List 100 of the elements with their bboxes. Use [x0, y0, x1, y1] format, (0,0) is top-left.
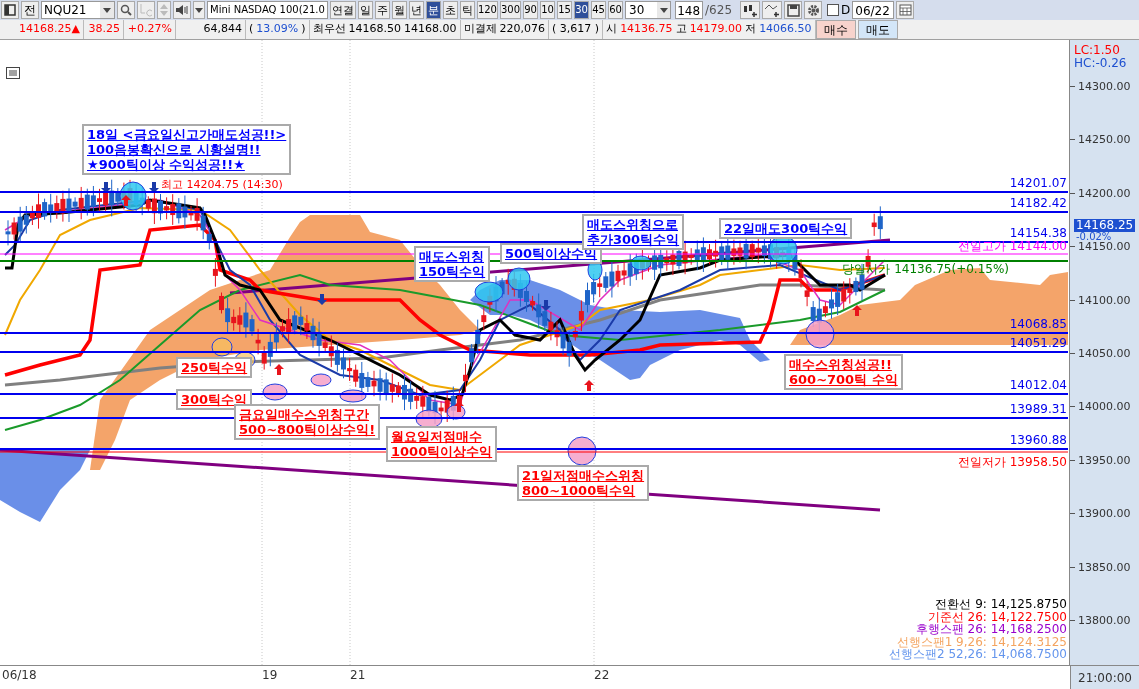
calendar-icon[interactable] — [896, 1, 915, 19]
axis-label: 14250.00 — [1078, 134, 1131, 147]
callout-text: 500틱이상수익 — [505, 246, 598, 261]
add-candle-icon[interactable] — [740, 1, 760, 19]
callout-text: 월요일저점매수 — [391, 429, 483, 444]
date-label: 06/18 — [2, 669, 37, 682]
up-arrow-icon — [121, 195, 131, 206]
level-value: 14068.85 — [1009, 318, 1067, 331]
caret-icon — [657, 2, 671, 18]
interval-tab[interactable]: 120 — [476, 1, 498, 19]
last-price: 14168.25▲ — [19, 21, 80, 38]
period-tab[interactable]: 연결 — [329, 1, 356, 19]
callout-text: 800~1000틱수익 — [522, 483, 637, 498]
axis-label: 14200.00 — [1078, 187, 1131, 200]
count-field[interactable]: 148 — [675, 1, 704, 19]
interval-tab[interactable]: 300 — [499, 1, 522, 19]
symbol-dropdown[interactable]: NQU21 — [41, 1, 115, 19]
low-label: 저 — [745, 21, 757, 38]
highlight-ellipse — [630, 255, 652, 271]
axis-label: 14150.00 — [1078, 241, 1131, 254]
chart-menu-icon[interactable] — [6, 67, 20, 79]
up-arrow-icon — [852, 305, 862, 316]
callout-text: ★900틱이상 수익성공!!★ — [87, 157, 246, 172]
period-tab[interactable]: 년 — [408, 1, 424, 19]
total-count: /625 — [705, 2, 733, 19]
caret-icon[interactable] — [193, 1, 205, 19]
highlight-ellipse — [474, 281, 504, 303]
level-value: 13960.88 — [1009, 434, 1067, 447]
callout-text: 22일매도300틱수익 — [724, 221, 848, 236]
down-arrow-icon — [317, 294, 327, 305]
callout-text: 21일저점매수스위칭 — [522, 468, 645, 483]
up-arrow-icon — [584, 380, 594, 391]
open-interest-change: ( 3,617 ) — [552, 21, 600, 38]
highlight-ellipse — [310, 373, 332, 387]
callout-text: 250틱수익 — [181, 360, 248, 375]
interval-tab[interactable]: 30 — [574, 1, 590, 19]
volume-percent: 13.09% — [256, 21, 299, 38]
period-tab[interactable]: 월 — [391, 1, 407, 19]
callout-text: 금요일매수스위칭구간 — [239, 407, 370, 422]
callout-text: 매도스위칭으로 — [587, 217, 679, 232]
interval-dropdown[interactable]: 30 — [625, 1, 672, 19]
prefix-button[interactable]: 전 — [21, 1, 39, 19]
highlight-ellipse — [339, 389, 367, 403]
paren: ) — [301, 21, 306, 38]
period-tab[interactable]: 주 — [374, 1, 390, 19]
speaker-icon[interactable] — [173, 1, 191, 19]
time-label: 21:00:00 — [1078, 669, 1132, 687]
date-label: 19 — [262, 669, 278, 682]
volume: 64,844 — [203, 21, 242, 38]
date-label: 22 — [594, 669, 610, 682]
ask-price: 14168.50 — [348, 21, 402, 38]
d-checkbox[interactable] — [827, 4, 839, 16]
legend-item: 기준선 26: 14,122.7500 — [927, 610, 1067, 623]
panel-icon[interactable] — [1, 1, 19, 19]
search-icon[interactable] — [117, 1, 135, 19]
bid-price: 14168.00 — [404, 21, 457, 38]
callout-text: 100음봉확신으로 시황설명!! — [87, 142, 262, 157]
interval-tab[interactable]: 15 — [557, 1, 573, 19]
high-price: 14179.00 — [689, 21, 743, 38]
open-interest-label: 미결제 — [463, 21, 497, 38]
sell-button[interactable]: 매도 — [857, 20, 898, 39]
highlight-ellipse — [119, 181, 147, 211]
legend-item: 후행스팬 26: 14,168.2500 — [915, 623, 1067, 636]
callout-text: 18일 <금요일신고가매도성공!!> — [87, 127, 287, 142]
up-arrow-icon — [454, 401, 464, 412]
reference-label: 전일고가 14144.00 — [957, 240, 1067, 253]
current-price-tag: 14168.25 — [1074, 219, 1136, 232]
down-arrow-icon — [541, 300, 551, 311]
period-tab[interactable]: 분 — [425, 1, 441, 19]
period-tab[interactable]: 틱 — [459, 1, 475, 19]
low-price: 14066.50 — [759, 21, 812, 38]
interval-tab[interactable]: 45 — [591, 1, 607, 19]
interval-tab[interactable]: 10 — [540, 1, 556, 19]
buy-button[interactable]: 매수 — [815, 20, 856, 39]
interval-tab[interactable]: 60 — [608, 1, 624, 19]
product-field[interactable]: Mini NASDAQ 100(21.0 — [207, 1, 328, 19]
symbol-value: NQU21 — [43, 2, 88, 19]
axis-label: 13850.00 — [1078, 561, 1131, 574]
period-tab[interactable]: 일 — [357, 1, 373, 19]
legend-item: 전환선 9: 14,125.8750 — [935, 598, 1067, 611]
legend-item: 선행스팬2 52,26: 14,068.7500 — [889, 648, 1067, 661]
period-tab[interactable]: 초 — [442, 1, 458, 19]
interval-tab[interactable]: 90 — [523, 1, 539, 19]
level-value: 14182.42 — [1009, 197, 1067, 210]
callout-text: 600~700틱 수익 — [789, 372, 898, 387]
down-arrow-icon — [101, 182, 111, 193]
axis-label: 14050.00 — [1078, 348, 1131, 360]
axis-label: 14000.00 — [1078, 401, 1131, 414]
callout-text: 150틱수익 — [419, 264, 486, 279]
high-marker: 최고 14204.75 (14:30) — [161, 179, 283, 191]
callout-text: 1000틱이상수익 — [391, 444, 493, 459]
save-icon[interactable] — [784, 1, 802, 19]
price-change-label: -0.02% — [1076, 232, 1112, 242]
axis-label: 13900.00 — [1078, 508, 1131, 521]
settings-icon[interactable] — [804, 1, 822, 19]
date-field[interactable]: 06/22 — [852, 1, 895, 19]
legend-item: 선행스팬1 9,26: 14,124.3125 — [896, 635, 1067, 648]
caret-icon — [100, 2, 114, 18]
highlight-ellipse — [567, 436, 597, 466]
d-label: D — [841, 2, 851, 19]
